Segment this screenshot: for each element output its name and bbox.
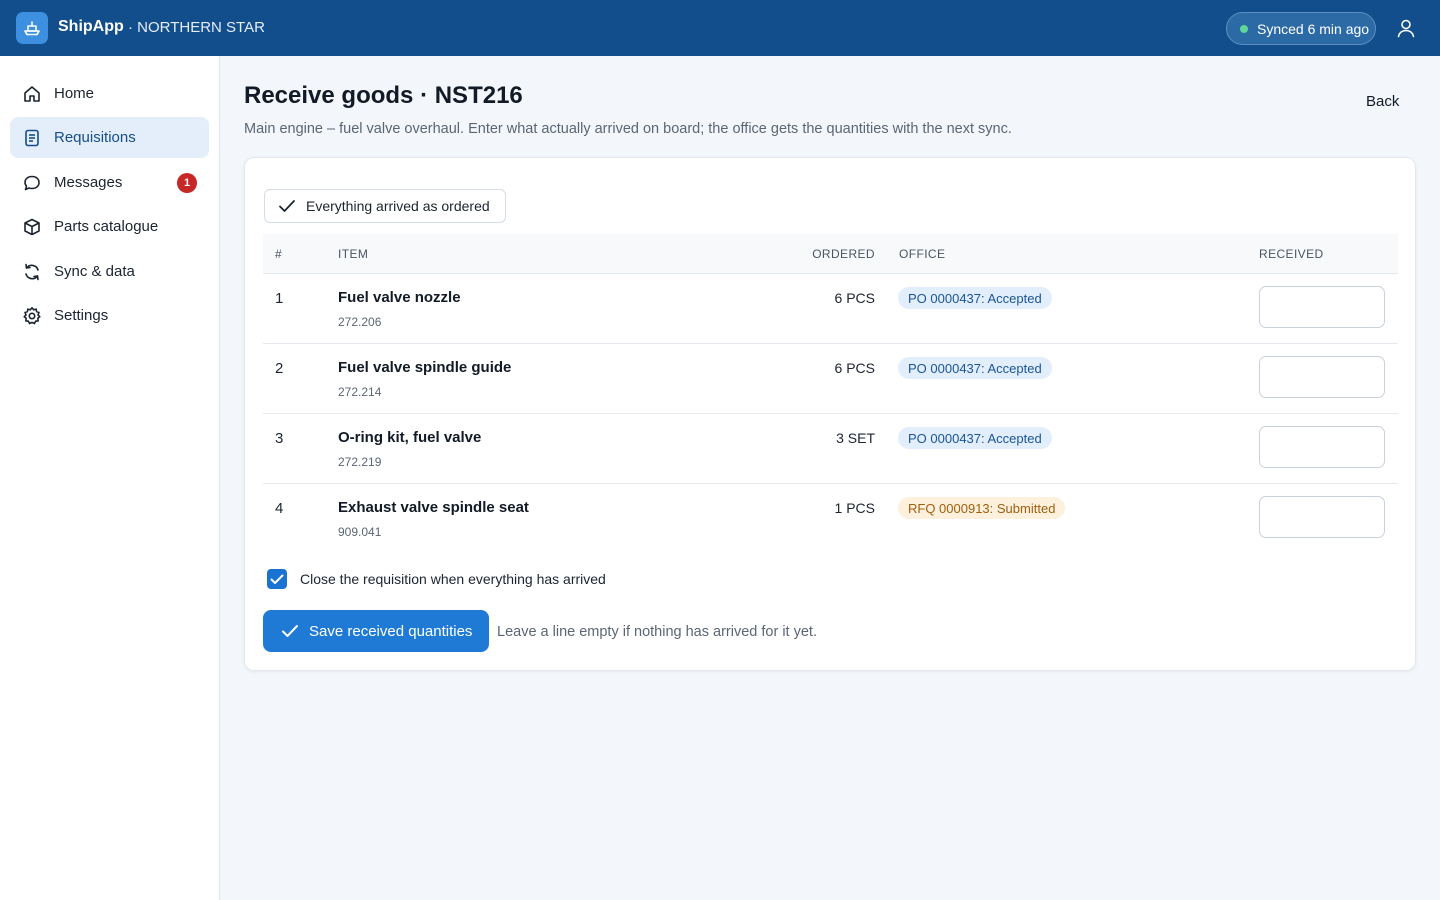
- back-button[interactable]: Back: [1366, 93, 1399, 110]
- sidebar-item-label: Parts catalogue: [54, 218, 159, 235]
- column-header-received: RECEIVED: [1259, 247, 1324, 261]
- row-number: 2: [275, 360, 284, 377]
- row-number: 1: [275, 290, 284, 307]
- column-header-number: #: [275, 247, 283, 261]
- item-code: 272.219: [338, 455, 382, 469]
- sidebar-item-label: Requisitions: [54, 129, 136, 146]
- ship-icon[interactable]: [16, 12, 48, 44]
- unread-badge: 1: [177, 173, 197, 193]
- item-name: Fuel valve nozzle: [338, 289, 461, 306]
- office-status-badge: PO 0000437: Accepted: [898, 357, 1052, 379]
- office-status-badge: PO 0000437: Accepted: [898, 287, 1052, 309]
- sync-status-button[interactable]: Synced 6 min ago: [1226, 12, 1376, 45]
- sidebar-item-requisitions[interactable]: Requisitions: [10, 117, 209, 158]
- sidebar-item-label: Settings: [54, 307, 109, 324]
- save-received-quantities-button[interactable]: Save received quantities: [263, 610, 489, 652]
- sidebar-item-label: Home: [54, 85, 95, 102]
- everything-arrived-button[interactable]: Everything arrived as ordered: [264, 189, 506, 223]
- received-quantity-input[interactable]: [1259, 496, 1385, 538]
- top-bar: ShipApp · NORTHERN STAR Synced 6 min ago: [0, 0, 1440, 56]
- item-name: O-ring kit, fuel valve: [338, 429, 482, 446]
- sidebar-item-messages[interactable]: Messages 1: [10, 162, 209, 203]
- table-header: # ITEM ORDERED OFFICE RECEIVED: [263, 234, 1398, 274]
- table-row: 3 O-ring kit, fuel valve 272.219 3 SET P…: [263, 414, 1398, 484]
- sidebar-item-settings[interactable]: Settings: [10, 295, 209, 336]
- user-icon[interactable]: [1395, 17, 1417, 39]
- office-status-badge: PO 0000437: Accepted: [898, 427, 1052, 449]
- checkmark-icon: [270, 574, 284, 584]
- page-subtitle: Main engine – fuel valve overhaul. Enter…: [244, 121, 1012, 137]
- sidebar-item-sync-data[interactable]: Sync & data: [10, 251, 209, 292]
- everything-arrived-label: Everything arrived as ordered: [306, 198, 490, 214]
- sidebar-item-label: Messages: [54, 174, 123, 191]
- receive-goods-card: Everything arrived as ordered # ITEM ORD…: [244, 157, 1416, 671]
- item-code: 272.206: [338, 315, 382, 329]
- table-row: 2 Fuel valve spindle guide 272.214 6 PCS…: [263, 344, 1398, 414]
- ordered-quantity: 6 PCS: [834, 360, 875, 376]
- box-icon: [22, 217, 42, 237]
- sidebar: Home Requisitions Messages 1 Parts catal…: [0, 56, 220, 900]
- column-header-office: OFFICE: [899, 247, 946, 261]
- ordered-quantity: 1 PCS: [834, 500, 875, 516]
- sidebar-item-label: Sync & data: [54, 263, 135, 280]
- save-hint: Leave a line empty if nothing has arrive…: [497, 624, 817, 640]
- sync-icon: [22, 262, 42, 282]
- chat-icon: [22, 173, 42, 193]
- document-icon: [22, 128, 42, 148]
- item-code: 909.041: [338, 525, 382, 539]
- sidebar-item-home[interactable]: Home: [10, 73, 209, 114]
- item-name: Fuel valve spindle guide: [338, 359, 512, 376]
- office-status-badge: RFQ 0000913: Submitted: [898, 497, 1066, 519]
- check-icon: [279, 200, 295, 212]
- vessel-name: · NORTHERN STAR: [128, 19, 265, 36]
- table-row: 1 Fuel valve nozzle 272.206 6 PCS PO 000…: [263, 274, 1398, 344]
- close-requisition-label: Close the requisition when everything ha…: [300, 571, 606, 587]
- sidebar-item-parts-catalogue[interactable]: Parts catalogue: [10, 206, 209, 247]
- save-button-label: Save received quantities: [309, 622, 473, 640]
- sync-status-text: Synced 6 min ago: [1257, 20, 1370, 37]
- column-header-item: ITEM: [338, 247, 369, 261]
- item-code: 272.214: [338, 385, 382, 399]
- check-icon: [282, 625, 298, 637]
- sync-dot-icon: [1240, 24, 1248, 33]
- home-icon: [22, 84, 42, 104]
- row-number: 4: [275, 500, 284, 517]
- page-title: Receive goods · NST216: [244, 82, 523, 109]
- table-row: 4 Exhaust valve spindle seat 909.041 1 P…: [263, 484, 1398, 554]
- app-name: ShipApp: [58, 18, 124, 35]
- ordered-quantity: 6 PCS: [834, 290, 875, 306]
- close-requisition-option[interactable]: Close the requisition when everything ha…: [267, 569, 606, 589]
- column-header-ordered: ORDERED: [812, 247, 875, 261]
- item-name: Exhaust valve spindle seat: [338, 499, 529, 516]
- received-quantity-input[interactable]: [1259, 286, 1385, 328]
- close-requisition-checkbox[interactable]: [267, 569, 287, 589]
- received-quantity-input[interactable]: [1259, 426, 1385, 468]
- row-number: 3: [275, 430, 284, 447]
- received-quantity-input[interactable]: [1259, 356, 1385, 398]
- gear-icon: [22, 306, 42, 326]
- ordered-quantity: 3 SET: [836, 430, 875, 446]
